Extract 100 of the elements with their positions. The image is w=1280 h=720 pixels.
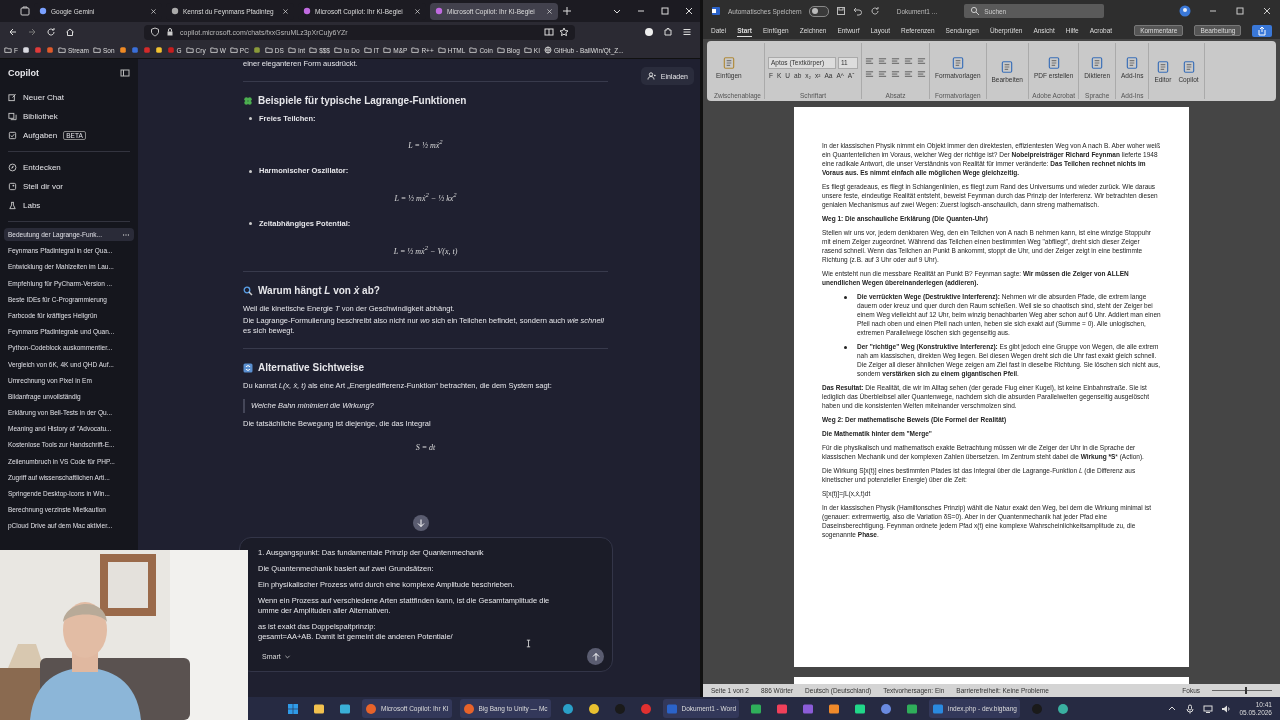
speaker-icon[interactable] [1221,703,1232,714]
ribbon-icon [1125,56,1140,70]
ribbon-icon [1181,59,1196,74]
formula: L = ½ mẋ$^{2}$ − ½ kx$^{2}$ [394,194,457,203]
folder-icon [313,702,325,715]
nav-item[interactable]: Entdecken [4,158,134,177]
word-icon [665,702,678,715]
paragraph-format-icon[interactable] [865,69,874,79]
close-icon[interactable] [1262,6,1272,16]
flask-icon [8,201,17,210]
scroll-down-button[interactable] [413,515,429,531]
folder-icon [4,46,12,54]
word-logo-icon [711,6,721,16]
magnifier-icon [243,286,253,297]
profile-icon[interactable] [644,27,654,37]
plus-icon[interactable] [562,6,572,16]
windows-icon [287,702,299,715]
app-icon [613,702,626,715]
app-icon [854,702,866,715]
formula: L = ½ mẋ$^{2}$ − V(x, t) [393,246,458,256]
browser-icon [587,702,600,715]
folder-icon [287,46,296,54]
share-button[interactable] [1252,24,1273,37]
browser-icon [561,702,574,715]
folder-icon [229,46,238,54]
section-heading: Alternative Sichtweise [258,361,365,375]
shield-icon [150,27,160,37]
folder-icon [383,46,392,54]
app-icon [880,702,892,715]
monitor-icon [339,702,351,715]
ribbon-icon [950,56,965,70]
paragraph-format-icon[interactable] [891,69,900,79]
paragraph-format-icon[interactable] [917,56,926,66]
paragraph-format-icon[interactable] [917,69,926,79]
paragraph-format-icon[interactable] [878,69,887,79]
avatar-icon[interactable] [1179,5,1191,17]
people-icon [646,71,657,81]
paragraph-format-icon[interactable] [865,56,874,66]
undo-icon[interactable] [852,6,863,16]
site-icon [252,46,261,54]
forward-icon[interactable] [27,27,37,37]
paragraph-format-icon[interactable] [904,69,913,79]
reload-icon[interactable] [46,27,56,37]
chevron-down-icon [283,653,291,660]
maximize-icon[interactable] [1235,6,1245,16]
folder-icon [469,46,478,54]
home-icon[interactable] [65,27,75,37]
tab-list-icon[interactable] [20,6,30,16]
bookmark[interactable] [252,46,261,54]
more-icon[interactable] [122,232,130,237]
search-icon [970,6,981,16]
app-icon [828,702,840,715]
star-icon[interactable] [559,27,569,37]
nav-item[interactable]: Bibliothek [4,107,134,126]
redo-icon[interactable] [869,6,880,16]
cycle-icon [243,363,253,373]
autosave-toggle[interactable] [808,5,829,17]
paragraph-format-icon[interactable] [891,56,900,66]
microphone-icon[interactable] [1185,703,1196,714]
menu-icon[interactable] [682,27,692,37]
code-icon [932,702,944,715]
close-icon[interactable] [150,7,157,15]
close-icon[interactable] [282,7,289,15]
arrow-down-icon [416,518,426,528]
paragraph-format-icon[interactable] [878,56,887,66]
browser-icon [462,702,475,715]
browser-icon [365,702,377,715]
section-heading: Warum hängt L von ẋ ab? [258,284,380,298]
back-icon[interactable] [8,27,18,37]
close-icon[interactable] [414,7,421,15]
nav-item[interactable]: Neuer Chat [4,88,134,107]
folder-icon [437,46,446,54]
app-icon [1030,702,1043,715]
network-icon[interactable] [1203,703,1214,714]
folder-icon [523,46,532,54]
ribbon-icon [1090,56,1105,70]
music-icon [776,702,788,715]
app-icon [639,702,652,715]
maximize-icon[interactable] [660,6,670,16]
message-composer[interactable] [239,537,613,672]
folder-icon [264,46,273,54]
reader-icon[interactable] [544,27,554,37]
checkbox-icon [8,131,17,140]
nav-item[interactable]: Labs [4,196,134,215]
formula: S = dt [415,443,436,453]
app-icon [802,702,814,715]
folder-icon [309,46,318,54]
folder-icon [363,46,372,54]
sidebar-toggle-icon[interactable] [120,68,130,78]
clover-icon [243,95,253,106]
close-icon[interactable] [684,6,694,16]
send-button[interactable] [587,648,604,665]
folder-icon [92,46,101,54]
globe-icon [1056,702,1069,715]
favicon-icon [303,7,311,15]
save-icon[interactable] [835,6,846,16]
paragraph-format-icon[interactable] [904,56,913,66]
edit-icon [8,93,17,102]
ribbon-icon [1000,59,1015,74]
nav-item[interactable]: Stell dir vor [4,177,134,196]
